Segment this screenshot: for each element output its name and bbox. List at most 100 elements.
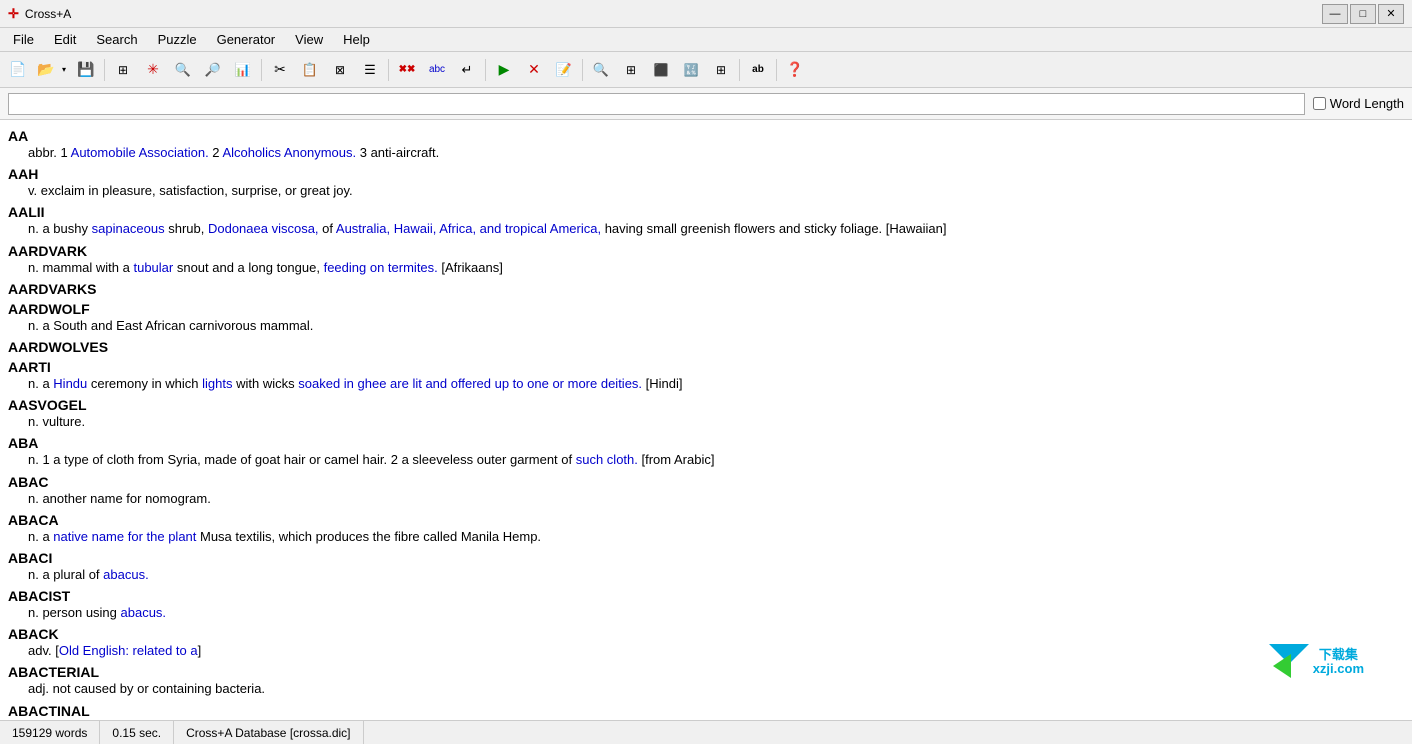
- entry-aasvogel: AASVOGEL n. vulture.: [8, 397, 1404, 431]
- toolbar-xx[interactable]: ✖✖: [393, 56, 421, 84]
- toolbar-special[interactable]: 🔣: [677, 56, 705, 84]
- menu-help[interactable]: Help: [334, 29, 379, 50]
- word-length-label: Word Length: [1330, 96, 1404, 111]
- word-length-checkbox[interactable]: [1313, 97, 1326, 110]
- toolbar-star[interactable]: ✳: [139, 56, 167, 84]
- link-abacus[interactable]: abacus.: [103, 567, 149, 582]
- toolbar-sep-4: [485, 59, 486, 81]
- link-sapinaceous[interactable]: sapinaceous: [92, 221, 165, 236]
- toolbar-ab[interactable]: ab: [744, 56, 772, 84]
- entry-aback: ABACK adv. [Old English: related to a]: [8, 626, 1404, 660]
- entry-abacist: ABACIST n. person using abacus.: [8, 588, 1404, 622]
- toolbar-grid[interactable]: ⊞: [109, 56, 137, 84]
- link-offered[interactable]: offered up to one or more deities.: [451, 376, 642, 391]
- link-soaked[interactable]: soaked in ghee are lit and: [298, 376, 447, 391]
- word-abaca: ABACA: [8, 512, 1404, 528]
- link-australia[interactable]: Australia, Hawaii, Africa, and tropical …: [336, 221, 601, 236]
- entry-abaci: ABACI n. a plural of abacus.: [8, 550, 1404, 584]
- toolbar-sep-6: [739, 59, 740, 81]
- entry-abactinal: ABACTINAL adj. Zool. (of organisms showi…: [8, 703, 1404, 720]
- toolbar-sep-1: [104, 59, 105, 81]
- toolbar: 📄 📂 ▾ 💾 ⊞ ✳ 🔍 🔎 📊 ✂ 📋 ⊠ ☰ ✖✖ abc ↵ ▶ ✕ 📝…: [0, 52, 1412, 88]
- link-abacus2[interactable]: abacus.: [121, 605, 167, 620]
- def-abacterial: adj. not caused by or containing bacteri…: [28, 680, 1404, 698]
- entry-aarti: AARTI n. a Hindu ceremony in which light…: [8, 359, 1404, 393]
- menu-view[interactable]: View: [286, 29, 332, 50]
- toolbar-sep-2: [261, 59, 262, 81]
- toolbar-cut[interactable]: ✂: [266, 56, 294, 84]
- toolbar-find2[interactable]: 🔎: [199, 56, 227, 84]
- link-hindu[interactable]: Hindu: [53, 376, 87, 391]
- toolbar-list[interactable]: ☰: [356, 56, 384, 84]
- def-aa: abbr. 1 Automobile Association. 2 Alcoho…: [28, 144, 1404, 162]
- link-lights[interactable]: lights: [202, 376, 232, 391]
- toolbar-play[interactable]: ▶: [490, 56, 518, 84]
- word-aalii: AALII: [8, 204, 1404, 220]
- toolbar-open[interactable]: 📂: [34, 56, 58, 84]
- menu-search[interactable]: Search: [87, 29, 146, 50]
- word-aa: AA: [8, 128, 1404, 144]
- toolbar-stop[interactable]: ✕: [520, 56, 548, 84]
- entry-aardwolf: AARDWOLF n. a South and East African car…: [8, 301, 1404, 335]
- link-tubular[interactable]: tubular: [133, 260, 173, 275]
- status-words: 159129 words: [0, 721, 100, 744]
- app-icon: ✛: [8, 6, 19, 22]
- toolbar-open-dropdown[interactable]: 📂 ▾: [34, 56, 70, 84]
- toolbar-edit[interactable]: 📝: [550, 56, 578, 84]
- entry-abac: ABAC n. another name for nomogram.: [8, 474, 1404, 508]
- def-aarti: n. a Hindu ceremony in which lights with…: [28, 375, 1404, 393]
- word-abac: ABAC: [8, 474, 1404, 490]
- entry-aba: ABA n. 1 a type of cloth from Syria, mad…: [8, 435, 1404, 469]
- status-database: Cross+A Database [crossa.dic]: [174, 721, 363, 744]
- link-dodonaea[interactable]: Dodonaea viscosa,: [208, 221, 319, 236]
- word-aardwolf: AARDWOLF: [8, 301, 1404, 317]
- toolbar-open-arrow[interactable]: ▾: [58, 56, 70, 84]
- toolbar-clear[interactable]: ⊠: [326, 56, 354, 84]
- link-automobile[interactable]: Automobile Association.: [71, 145, 209, 160]
- def-aasvogel: n. vulture.: [28, 413, 1404, 431]
- link-alcoholics[interactable]: Alcoholics Anonymous.: [222, 145, 356, 160]
- toolbar-find[interactable]: 🔍: [169, 56, 197, 84]
- toolbar-grid2[interactable]: ⊞: [617, 56, 645, 84]
- menu-puzzle[interactable]: Puzzle: [149, 29, 206, 50]
- entry-abaca: ABACA n. a native name for the plant Mus…: [8, 512, 1404, 546]
- link-feeding[interactable]: feeding on termites.: [324, 260, 438, 275]
- toolbar-table[interactable]: 📊: [229, 56, 257, 84]
- entry-aah: AAH v. exclaim in pleasure, satisfaction…: [8, 166, 1404, 200]
- title-bar-left: ✛ Cross+A: [8, 6, 71, 22]
- toolbar-help[interactable]: ❓: [781, 56, 809, 84]
- toolbar-abc[interactable]: abc: [423, 56, 451, 84]
- app-title: Cross+A: [25, 7, 71, 21]
- title-bar-controls: — □ ✕: [1322, 4, 1404, 24]
- search-bar: Word Length: [0, 88, 1412, 120]
- entry-abacterial: ABACTERIAL adj. not caused by or contain…: [8, 664, 1404, 698]
- maximize-button[interactable]: □: [1350, 4, 1376, 24]
- toolbar-grid3[interactable]: ⊞: [707, 56, 735, 84]
- word-abaci: ABACI: [8, 550, 1404, 566]
- link-such-cloth[interactable]: such cloth.: [576, 452, 638, 467]
- toolbar-search2[interactable]: 🔍: [587, 56, 615, 84]
- close-button[interactable]: ✕: [1378, 4, 1404, 24]
- toolbar-paste[interactable]: 📋: [296, 56, 324, 84]
- word-length-area: Word Length: [1313, 96, 1404, 111]
- toolbar-save[interactable]: 💾: [72, 56, 100, 84]
- toolbar-block[interactable]: ⬛: [647, 56, 675, 84]
- link-native-name[interactable]: native name for the plant: [53, 529, 196, 544]
- word-aarti: AARTI: [8, 359, 1404, 375]
- link-old-english[interactable]: Old English: related to a: [59, 643, 198, 658]
- word-aback: ABACK: [8, 626, 1404, 642]
- toolbar-enter[interactable]: ↵: [453, 56, 481, 84]
- def-abaca: n. a native name for the plant Musa text…: [28, 528, 1404, 546]
- entry-aalii: AALII n. a bushy sapinaceous shrub, Dodo…: [8, 204, 1404, 238]
- search-input[interactable]: [8, 93, 1305, 115]
- def-abacist: n. person using abacus.: [28, 604, 1404, 622]
- word-abacterial: ABACTERIAL: [8, 664, 1404, 680]
- menu-edit[interactable]: Edit: [45, 29, 85, 50]
- menu-file[interactable]: File: [4, 29, 43, 50]
- toolbar-new[interactable]: 📄: [4, 56, 32, 84]
- entry-aardvark: AARDVARK n. mammal with a tubular snout …: [8, 243, 1404, 277]
- menu-generator[interactable]: Generator: [208, 29, 285, 50]
- minimize-button[interactable]: —: [1322, 4, 1348, 24]
- word-aardvark: AARDVARK: [8, 243, 1404, 259]
- status-time: 0.15 sec.: [100, 721, 174, 744]
